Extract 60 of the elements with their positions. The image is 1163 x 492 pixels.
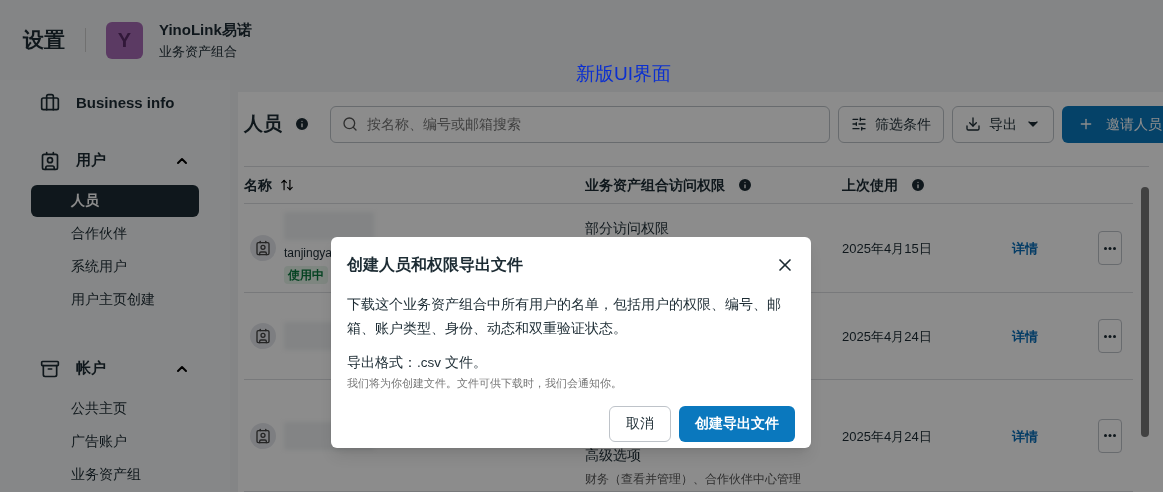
details-link[interactable]: 详情	[1012, 241, 1038, 257]
status-badge: 使用中	[284, 266, 328, 285]
search-field[interactable]: 按名称、编号或邮箱搜索	[330, 105, 830, 143]
sidebar-item[interactable]: 合作伙伴	[31, 217, 199, 250]
more-icon	[1104, 434, 1116, 437]
last-used-date: 2025年4月24日	[842, 329, 932, 345]
details-link[interactable]: 详情	[1012, 428, 1038, 444]
sidebar-item[interactable]: 用户主页创建	[31, 283, 199, 316]
id-badge-icon	[255, 328, 271, 345]
id-badge-icon	[255, 240, 271, 257]
info-icon[interactable]	[294, 116, 310, 132]
info-icon[interactable]	[737, 177, 753, 193]
access-level: 部分访问权限	[585, 219, 670, 238]
sidebar-item[interactable]: 业务资产组	[31, 458, 199, 491]
last-used-date: 2025年4月24日	[842, 428, 932, 444]
archive-icon	[40, 358, 60, 379]
more-button[interactable]	[1098, 418, 1122, 453]
column-header[interactable]: 名称	[244, 174, 272, 196]
last-used-date: 2025年4月15日	[842, 241, 932, 257]
more-button[interactable]	[1098, 319, 1122, 354]
annotation-label: 新版UI界面	[576, 62, 671, 86]
info-icon[interactable]	[910, 177, 926, 193]
settings-title: 设置	[23, 27, 65, 54]
invite-button[interactable]: 邀请人员	[1062, 105, 1163, 143]
scrollbar[interactable]	[1141, 187, 1149, 437]
brand-subtitle: 业务资产组合	[159, 42, 238, 61]
cancel-button[interactable]: 取消	[609, 405, 671, 442]
access-level: 高级选项	[585, 446, 642, 465]
export-button[interactable]: 导出	[952, 105, 1054, 143]
page-title: 人员	[244, 111, 282, 136]
dialog-note: 我们将为你创建文件。文件可供下载时，我们会通知你。	[347, 376, 623, 392]
sidebar-link[interactable]: Business info	[76, 92, 175, 115]
sidebar-item[interactable]: 广告账户	[31, 425, 199, 458]
search-icon	[342, 115, 358, 132]
briefcase-icon	[40, 93, 60, 114]
more-icon	[1104, 246, 1116, 250]
user-name: tanjingya	[284, 245, 334, 263]
filter-button[interactable]: 筛选条件	[838, 105, 944, 143]
access-detail: 财务（查看并管理）、合作伙伴中心管理	[585, 471, 802, 488]
download-icon	[965, 116, 981, 132]
column-header[interactable]: 业务资产组合访问权限	[585, 174, 725, 196]
plus-icon	[1078, 116, 1094, 132]
sidebar-item[interactable]: 系统用户	[31, 250, 199, 283]
section-title[interactable]: 帐户	[76, 357, 158, 380]
dialog-description: 下载这个业务资产组合中所有用户的名单，包括用户的权限、编号、邮箱、账户类型、身份、动态和双重验证状态。	[347, 296, 782, 338]
more-button[interactable]	[1098, 231, 1122, 266]
dialog-title: 创建人员和权限导出文件	[347, 255, 523, 275]
create-export-button[interactable]: 创建导出文件	[679, 405, 795, 442]
sliders-icon	[851, 116, 867, 132]
section-title[interactable]: 用户	[76, 149, 158, 172]
id-badge-icon	[40, 150, 60, 171]
sidebar-item[interactable]: 公共主页	[31, 392, 199, 425]
more-icon	[1104, 334, 1116, 338]
export-format: 导出格式：.csv 文件。	[347, 354, 488, 372]
sort-icon[interactable]	[280, 178, 294, 192]
details-link[interactable]: 详情	[1012, 329, 1038, 345]
brand-name: YinoLink易诺	[159, 20, 252, 40]
id-badge-icon	[255, 427, 271, 444]
sidebar-item[interactable]: 人员	[31, 184, 199, 217]
column-header[interactable]: 上次使用	[842, 174, 898, 196]
